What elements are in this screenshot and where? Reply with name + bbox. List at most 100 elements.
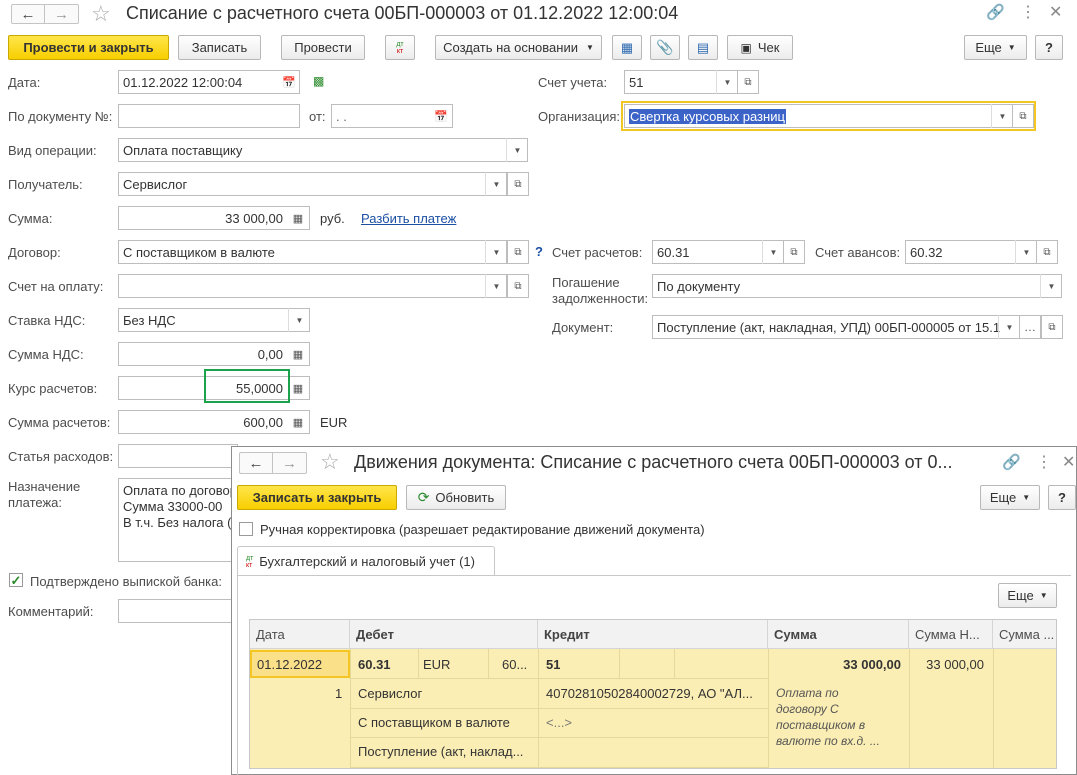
settlement-sum-field[interactable]: 600,00: [118, 410, 310, 434]
calculator-icon[interactable]: ▦: [287, 343, 309, 365]
dt-kt-button[interactable]: дт кт: [385, 35, 415, 60]
more-button[interactable]: Еще ▼: [980, 485, 1040, 510]
column-header-sum-other[interactable]: Сумма ...: [993, 620, 1056, 649]
calendar-icon[interactable]: 📅: [278, 71, 300, 93]
open-icon[interactable]: ⧉: [507, 172, 529, 196]
close-icon[interactable]: ✕: [1049, 2, 1062, 22]
date-field[interactable]: 01.12.2022 12:00:04: [118, 70, 300, 94]
arrow-right-icon: →: [54, 5, 69, 23]
chevron-down-icon[interactable]: ▼: [485, 274, 507, 298]
open-icon[interactable]: ⧉: [1012, 104, 1034, 128]
chevron-down-icon[interactable]: ▼: [716, 70, 738, 94]
open-icon[interactable]: ⧉: [1036, 240, 1058, 264]
vat-rate-field[interactable]: Без НДС: [118, 308, 310, 332]
chevron-down-icon[interactable]: ▼: [1015, 240, 1037, 264]
column-header-sum[interactable]: Сумма: [768, 620, 909, 649]
post-button[interactable]: Провести: [281, 35, 365, 60]
attach-button[interactable]: 📎: [650, 35, 680, 60]
col-divider: [768, 649, 769, 768]
vat-sum-field[interactable]: 0,00: [118, 342, 310, 366]
close-icon[interactable]: ✕: [1062, 452, 1075, 472]
comment-field[interactable]: [118, 599, 238, 623]
debt-repayment-field[interactable]: По документу: [652, 274, 1062, 298]
back-button[interactable]: ←: [239, 452, 273, 474]
organization-field[interactable]: Свертка курсовых разниц: [624, 104, 1014, 128]
calculator-icon[interactable]: ▦: [287, 377, 309, 399]
column-header-sum-tax[interactable]: Сумма Н...: [909, 620, 993, 649]
post-and-close-button[interactable]: Провести и закрыть: [8, 35, 169, 60]
open-icon[interactable]: ⧉: [507, 240, 529, 264]
cash-register-icon: ▣: [740, 40, 752, 55]
bank-confirmed-checkbox[interactable]: ✓: [9, 573, 23, 587]
chevron-down-icon[interactable]: ▼: [1040, 274, 1062, 298]
more-menu-icon[interactable]: ⋮: [1020, 2, 1036, 22]
more-menu-icon[interactable]: ⋮: [1036, 452, 1052, 472]
forward-button[interactable]: →: [273, 452, 307, 474]
account-label: Счет учета:: [538, 75, 608, 90]
purpose-field[interactable]: Оплата по договор Сумма 33000-00 В т.ч. …: [118, 478, 238, 562]
save-button[interactable]: Записать: [178, 35, 261, 60]
settlement-sum-label: Сумма расчетов:: [8, 415, 111, 430]
tab-accounting[interactable]: дт кт Бухгалтерский и налоговый учет (1): [237, 546, 495, 576]
link-icon[interactable]: 🔗: [1002, 453, 1021, 471]
help-button[interactable]: ?: [1035, 35, 1063, 60]
row-content: Оплата по договору С поставщиком в валют…: [776, 685, 906, 749]
open-icon[interactable]: ⧉: [1041, 315, 1063, 339]
debit-subconto-1: Сервислог: [358, 686, 423, 701]
create-based-on-button[interactable]: Создать на основании ▼: [435, 35, 602, 60]
recipient-field[interactable]: Сервислог: [118, 172, 507, 196]
chevron-down-icon[interactable]: ▼: [998, 315, 1020, 339]
favorite-star-icon[interactable]: ☆: [91, 1, 111, 27]
document-field[interactable]: Поступление (акт, накладная, УПД) 00БП-0…: [652, 315, 1020, 339]
favorite-star-icon[interactable]: ☆: [320, 449, 340, 475]
open-icon[interactable]: ⧉: [507, 274, 529, 298]
expense-item-field[interactable]: [118, 444, 238, 468]
calculator-icon[interactable]: ▦: [287, 411, 309, 433]
debit-account: 60.31: [358, 657, 391, 672]
calculator-icon[interactable]: ▦: [287, 207, 309, 229]
refresh-label: Обновить: [435, 490, 495, 505]
manual-correction-checkbox[interactable]: [239, 522, 253, 536]
invoice-field[interactable]: [118, 274, 507, 298]
more-button[interactable]: Еще ▼: [964, 35, 1027, 60]
operation-type-field[interactable]: Оплата поставщику: [118, 138, 528, 162]
chevron-down-icon[interactable]: ▼: [991, 104, 1013, 128]
back-button[interactable]: ←: [11, 4, 45, 24]
receipt-button[interactable]: ▣ Чек: [727, 35, 793, 60]
chevron-down-icon[interactable]: ▼: [288, 308, 310, 332]
recipient-label: Получатель:: [8, 177, 83, 192]
forward-button[interactable]: →: [45, 4, 79, 24]
link-icon[interactable]: 🔗: [986, 3, 1005, 21]
movements-title: Движения документа: Списание с расчетног…: [354, 452, 953, 472]
save-and-close-button[interactable]: Записать и закрыть: [237, 485, 397, 510]
select-ellipsis-button[interactable]: …: [1019, 315, 1041, 339]
credit-account: 51: [546, 657, 561, 672]
report-button[interactable]: ▤: [688, 35, 718, 60]
structure-button[interactable]: ▦: [612, 35, 642, 60]
col-divider: [619, 649, 620, 678]
sum-field[interactable]: 33 000,00: [118, 206, 310, 230]
calendar-icon[interactable]: 📅: [430, 105, 452, 127]
col-divider: [488, 649, 489, 678]
column-header-debit[interactable]: Дебет: [350, 620, 538, 649]
grid-more-button[interactable]: Еще ▼: [998, 583, 1057, 608]
chevron-down-icon[interactable]: ▼: [485, 172, 507, 196]
help-question-icon[interactable]: ?: [535, 244, 543, 259]
open-icon[interactable]: ⧉: [783, 240, 805, 264]
dt-kt-icon: дт кт: [246, 554, 254, 569]
row-divider: [350, 737, 768, 738]
column-header-date[interactable]: Дата: [250, 620, 350, 649]
chevron-down-icon[interactable]: ▼: [762, 240, 784, 264]
contract-field[interactable]: С поставщиком в валюте: [118, 240, 507, 264]
debit-extra: 60...: [502, 657, 528, 672]
split-payment-link[interactable]: Разбить платеж: [361, 211, 456, 226]
checkmark-icon: ✓: [10, 572, 22, 588]
chevron-down-icon[interactable]: ▼: [506, 138, 528, 162]
refresh-button[interactable]: ⟳ Обновить: [406, 485, 506, 510]
refresh-icon: ⟳: [417, 489, 430, 505]
open-icon[interactable]: ⧉: [737, 70, 759, 94]
doc-number-field[interactable]: [118, 104, 300, 128]
column-header-credit[interactable]: Кредит: [538, 620, 768, 649]
help-button[interactable]: ?: [1048, 485, 1076, 510]
chevron-down-icon[interactable]: ▼: [485, 240, 507, 264]
